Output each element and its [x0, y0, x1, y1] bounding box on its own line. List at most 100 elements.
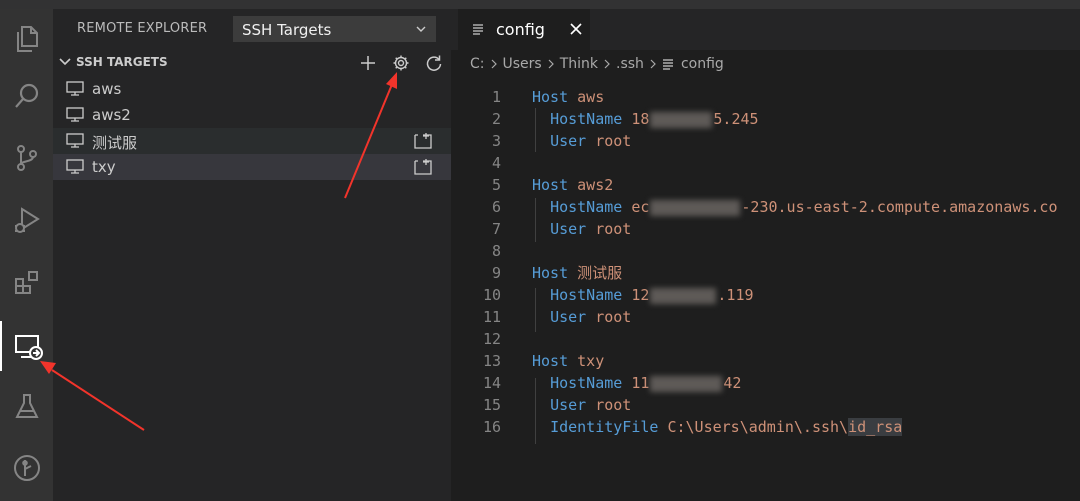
- monitor-icon: [66, 81, 84, 96]
- code-line: 7 User root: [451, 218, 1080, 240]
- monitor-icon: [66, 159, 84, 174]
- source-control-icon[interactable]: [0, 133, 53, 183]
- ssh-target-row[interactable]: txy: [53, 154, 451, 180]
- breadcrumb-item[interactable]: C:: [470, 56, 485, 72]
- line-number: 3: [491, 132, 501, 150]
- code-line: 12: [451, 328, 1080, 350]
- config-value: 测试服: [577, 264, 623, 282]
- line-number: 15: [482, 396, 501, 414]
- breadcrumb: C: Users Think .ssh config: [470, 54, 724, 74]
- line-number: 12: [482, 330, 501, 348]
- gear-icon[interactable]: [389, 51, 413, 75]
- config-keyword: Host: [532, 176, 569, 194]
- config-keyword: User: [550, 308, 587, 326]
- config-value: root: [595, 132, 632, 150]
- extensions-icon[interactable]: [0, 257, 53, 307]
- line-number: 11: [482, 308, 501, 326]
- line-number: 13: [482, 352, 501, 370]
- monitor-icon: [66, 133, 84, 148]
- refresh-icon[interactable]: [422, 51, 446, 75]
- redacted-blur: [650, 287, 717, 304]
- chevron-right-icon: [491, 59, 497, 69]
- breadcrumb-item[interactable]: Think: [560, 56, 598, 72]
- line-number: 5: [491, 176, 501, 194]
- git-graph-icon[interactable]: [0, 443, 53, 493]
- config-keyword: Host: [532, 264, 569, 282]
- breadcrumb-item[interactable]: config: [681, 56, 724, 72]
- config-keyword: HostName: [550, 374, 623, 392]
- open-in-new-window-icon[interactable]: [412, 157, 434, 177]
- config-keyword: HostName: [550, 286, 623, 304]
- line-number: 10: [482, 286, 501, 304]
- line-number: 2: [491, 110, 501, 128]
- code-line: 14 HostName 11 42: [451, 372, 1080, 394]
- sidebar-header: REMOTE EXPLORER SSH Targets: [53, 9, 451, 49]
- config-value: root: [595, 396, 632, 414]
- config-keyword: IdentityFile: [550, 418, 659, 436]
- line-number: 9: [491, 264, 501, 282]
- code-line: 13 Host txy: [451, 350, 1080, 372]
- chevron-right-icon: [604, 59, 610, 69]
- ssh-target-label: 测试服: [92, 134, 138, 152]
- breadcrumb-item[interactable]: .ssh: [616, 56, 644, 72]
- file-lines-icon: [473, 24, 483, 35]
- line-number: 1: [491, 88, 501, 106]
- redacted-blur: [650, 375, 723, 392]
- ssh-target-row[interactable]: aws2: [53, 102, 451, 128]
- config-keyword: User: [550, 220, 587, 238]
- testing-icon[interactable]: [0, 381, 53, 431]
- ssh-target-label: txy: [92, 158, 116, 176]
- sidebar-title: REMOTE EXPLORER: [77, 21, 208, 36]
- breadcrumb-item[interactable]: Users: [503, 56, 542, 72]
- ssh-target-row[interactable]: 测试服: [53, 128, 451, 154]
- config-value: 11: [631, 374, 650, 392]
- config-value: ec: [631, 198, 650, 216]
- target-type-select[interactable]: SSH Targets: [233, 16, 436, 42]
- ssh-target-label: aws2: [92, 106, 131, 124]
- files-icon[interactable]: [0, 13, 53, 63]
- code-line: 4: [451, 152, 1080, 174]
- redacted-blur: [650, 199, 741, 216]
- line-number: 7: [491, 220, 501, 238]
- config-value: C:\Users\admin\.ssh\: [667, 418, 849, 436]
- add-icon[interactable]: [356, 51, 380, 75]
- code-line: 9 Host 测试服: [451, 262, 1080, 284]
- line-number: 6: [491, 198, 501, 216]
- chevron-right-icon: [650, 59, 656, 69]
- config-value: 12: [631, 286, 650, 304]
- code-line: 2 HostName 18 5.245: [451, 108, 1080, 130]
- config-keyword: Host: [532, 352, 569, 370]
- config-value: 42: [723, 374, 742, 392]
- tab-label: config: [496, 20, 545, 39]
- code-line: 1 Host aws: [451, 86, 1080, 108]
- config-keyword: Host: [532, 88, 569, 106]
- code-area[interactable]: 1 Host aws 2 HostName 18 5.245 3 User roo…: [451, 86, 1080, 466]
- section-title: SSH TARGETS: [76, 55, 168, 69]
- config-value: root: [595, 308, 632, 326]
- line-number: 14: [482, 374, 501, 392]
- config-keyword: HostName: [550, 198, 623, 216]
- config-value: aws2: [577, 176, 614, 194]
- close-icon[interactable]: [569, 22, 583, 36]
- search-icon[interactable]: [0, 71, 53, 121]
- file-lines-icon: [662, 59, 673, 70]
- ssh-targets-section-header[interactable]: SSH TARGETS: [53, 51, 451, 75]
- code-line: 3 User root: [451, 130, 1080, 152]
- config-keyword: User: [550, 132, 587, 150]
- target-type-select-value: SSH Targets: [242, 21, 332, 39]
- code-line: 16 IdentityFile C:\Users\admin\.ssh\id_r…: [451, 416, 1080, 438]
- tab-config[interactable]: config: [458, 9, 590, 50]
- remote-explorer-icon[interactable]: [0, 321, 53, 371]
- open-in-new-window-icon[interactable]: [412, 131, 434, 151]
- code-line: 15 User root: [451, 394, 1080, 416]
- remote-explorer-sidebar: REMOTE EXPLORER SSH Targets SSH TARGETS …: [53, 9, 451, 501]
- config-value: 18: [631, 110, 650, 128]
- config-value: root: [595, 220, 632, 238]
- line-number: 16: [482, 418, 501, 436]
- chevron-down-icon: [416, 26, 426, 32]
- ssh-target-row[interactable]: aws: [53, 76, 451, 102]
- config-value: 5.245: [713, 110, 759, 128]
- code-line: 5 Host aws2: [451, 174, 1080, 196]
- run-debug-icon[interactable]: [0, 195, 53, 245]
- code-line: 10 HostName 12 .119: [451, 284, 1080, 306]
